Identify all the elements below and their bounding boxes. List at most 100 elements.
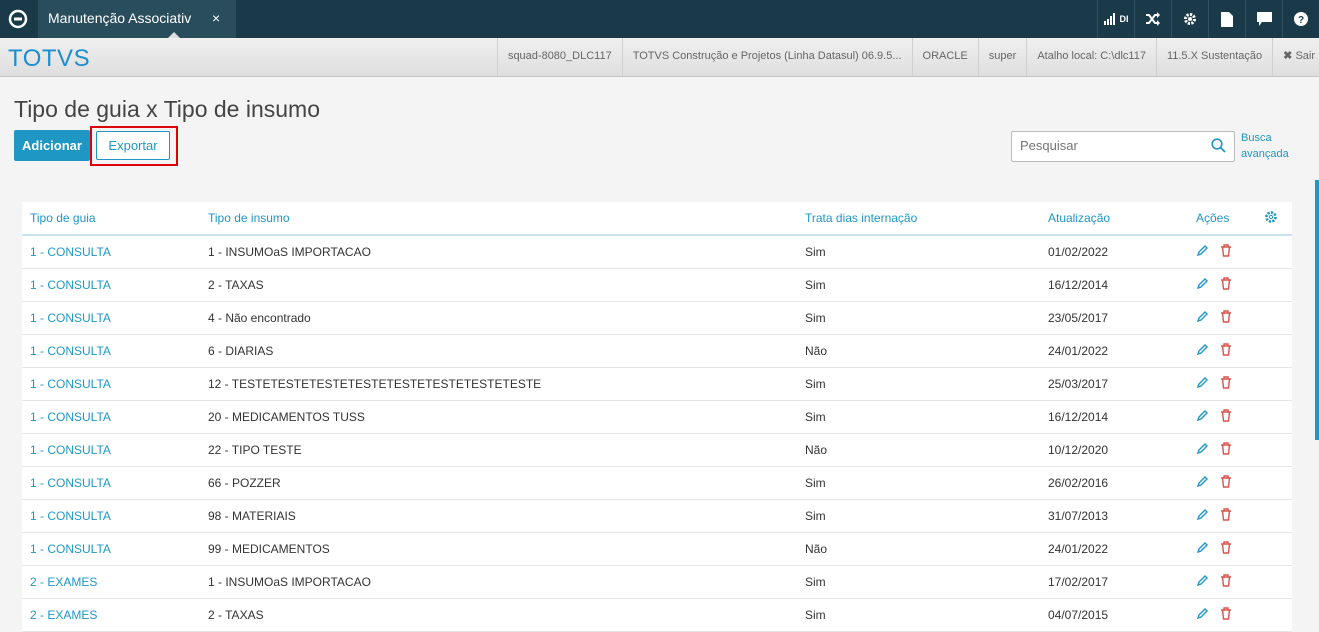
table-row[interactable]: 1 - CONSULTA 98 - MATERIAIS Sim 31/07/2013 bbox=[22, 500, 1292, 533]
edit-icon[interactable] bbox=[1196, 607, 1209, 625]
close-icon: ✖ bbox=[1283, 50, 1293, 62]
edit-icon[interactable] bbox=[1196, 541, 1209, 559]
table-row[interactable]: 1 - CONSULTA 2 - TAXAS Sim 16/12/2014 bbox=[22, 269, 1292, 302]
add-button[interactable]: Adicionar bbox=[14, 130, 90, 161]
cell-tipo-guia[interactable]: 1 - CONSULTA bbox=[30, 344, 111, 358]
delete-icon[interactable] bbox=[1220, 574, 1232, 592]
table-row[interactable]: 2 - EXAMES 1 - INSUMOaS IMPORTACAO Sim 17/0… bbox=[22, 566, 1292, 599]
cell-tipo-guia[interactable]: 1 - CONSULTA bbox=[30, 278, 111, 292]
edit-icon[interactable] bbox=[1196, 574, 1209, 592]
cell-tipo-guia[interactable]: 1 - CONSULTA bbox=[30, 311, 111, 325]
cell-tipo-insumo: 6 - DIARIAS bbox=[208, 344, 274, 358]
header-atualizacao[interactable]: Atualização bbox=[1048, 211, 1110, 225]
delete-icon[interactable] bbox=[1220, 310, 1232, 328]
search-box bbox=[1011, 131, 1235, 162]
info-user: super bbox=[977, 38, 1027, 76]
cell-tipo-guia[interactable]: 1 - CONSULTA bbox=[30, 443, 111, 457]
info-version: 11.5.X Sustentação bbox=[1155, 38, 1272, 76]
table-row[interactable]: 1 - CONSULTA 12 - TESTETESTETESTETESTETES… bbox=[22, 368, 1292, 401]
info-server: squad-8080_DLC117 bbox=[496, 38, 622, 76]
edit-icon[interactable] bbox=[1196, 310, 1209, 328]
document-icon[interactable] bbox=[1208, 0, 1245, 38]
delete-icon[interactable] bbox=[1220, 508, 1232, 526]
totvs-logo-icon[interactable] bbox=[0, 0, 36, 38]
table-row[interactable]: 1 - CONSULTA 66 - POZZER Sim 26/02/2016 bbox=[22, 467, 1292, 500]
table-row[interactable]: 1 - CONSULTA 6 - DIARIAS Não 24/01/2022 bbox=[22, 335, 1292, 368]
delete-icon[interactable] bbox=[1220, 607, 1232, 625]
gear-icon[interactable] bbox=[1171, 0, 1208, 38]
top-bar: Manutenção Associativ × DI ? bbox=[0, 0, 1319, 38]
cell-tipo-guia[interactable]: 1 - CONSULTA bbox=[30, 245, 111, 259]
table-row[interactable]: 1 - CONSULTA 20 - MEDICAMENTOS TUSS Sim 16/… bbox=[22, 401, 1292, 434]
delete-icon[interactable] bbox=[1220, 475, 1232, 493]
header-trata-dias[interactable]: Trata dias internação bbox=[805, 211, 917, 225]
cell-atualizacao: 01/02/2022 bbox=[1048, 245, 1109, 259]
svg-text:?: ? bbox=[1298, 15, 1304, 26]
page-title: Tipo de guia x Tipo de insumo bbox=[14, 96, 320, 122]
delete-icon[interactable] bbox=[1220, 409, 1232, 427]
table-row[interactable]: 1 - CONSULTA 1 - INSUMOaS IMPORTACAO Sim 01… bbox=[22, 236, 1292, 269]
tab-manutencao[interactable]: Manutenção Associativ × bbox=[38, 0, 236, 38]
header-tipo-guia[interactable]: Tipo de guia bbox=[30, 211, 96, 225]
edit-icon[interactable] bbox=[1196, 277, 1209, 295]
search-input[interactable] bbox=[1012, 132, 1218, 159]
cell-trata-dias: Não bbox=[805, 542, 828, 556]
shuffle-icon[interactable] bbox=[1134, 0, 1171, 38]
table-row[interactable]: 2 - EXAMES 2 - TAXAS Sim 04/07/2015 bbox=[22, 599, 1292, 632]
help-icon[interactable]: ? bbox=[1282, 0, 1319, 38]
session-info: squad-8080_DLC117 TOTVS Construção e Pro… bbox=[496, 38, 1319, 76]
cell-atualizacao: 26/02/2016 bbox=[1048, 476, 1109, 490]
table-row[interactable]: 1 - CONSULTA 4 - Não encontrado Sim 23/05/2… bbox=[22, 302, 1292, 335]
cell-tipo-guia[interactable]: 2 - EXAMES bbox=[30, 575, 97, 589]
cell-tipo-insumo: 2 - TAXAS bbox=[208, 278, 264, 292]
cell-tipo-guia[interactable]: 1 - CONSULTA bbox=[30, 542, 111, 556]
edit-icon[interactable] bbox=[1196, 244, 1209, 262]
cell-trata-dias: Sim bbox=[805, 509, 826, 523]
delete-icon[interactable] bbox=[1220, 376, 1232, 394]
cell-tipo-guia[interactable]: 2 - EXAMES bbox=[30, 608, 97, 622]
edit-icon[interactable] bbox=[1196, 343, 1209, 361]
info-database: ORACLE bbox=[911, 38, 978, 76]
cell-atualizacao: 17/02/2017 bbox=[1048, 575, 1109, 589]
cell-trata-dias: Sim bbox=[805, 608, 826, 622]
cell-trata-dias: Não bbox=[805, 344, 828, 358]
cell-tipo-insumo: 66 - POZZER bbox=[208, 476, 281, 490]
cell-atualizacao: 16/12/2014 bbox=[1048, 278, 1109, 292]
cell-trata-dias: Sim bbox=[805, 476, 826, 490]
table-row[interactable]: 1 - CONSULTA 99 - MEDICAMENTOS Não 24/01/20… bbox=[22, 533, 1292, 566]
column-settings-icon[interactable] bbox=[1264, 210, 1278, 229]
tab-label: Manutenção Associativ bbox=[48, 10, 192, 26]
cell-tipo-guia[interactable]: 1 - CONSULTA bbox=[30, 410, 111, 424]
chat-icon[interactable] bbox=[1245, 0, 1282, 38]
edit-icon[interactable] bbox=[1196, 508, 1209, 526]
edit-icon[interactable] bbox=[1196, 475, 1209, 493]
edit-icon[interactable] bbox=[1196, 376, 1209, 394]
table-row[interactable]: 1 - CONSULTA 22 - TIPO TESTE Não 10/12/2020 bbox=[22, 434, 1292, 467]
cell-trata-dias: Sim bbox=[805, 377, 826, 391]
header-acoes: Ações bbox=[1196, 211, 1230, 225]
cell-tipo-guia[interactable]: 1 - CONSULTA bbox=[30, 377, 111, 391]
header-tipo-insumo[interactable]: Tipo de insumo bbox=[208, 211, 290, 225]
delete-icon[interactable] bbox=[1220, 442, 1232, 460]
delete-icon[interactable] bbox=[1220, 277, 1232, 295]
delete-icon[interactable] bbox=[1220, 541, 1232, 559]
delete-icon[interactable] bbox=[1220, 244, 1232, 262]
export-button[interactable]: Exportar bbox=[96, 131, 170, 160]
cell-atualizacao: 24/01/2022 bbox=[1048, 542, 1109, 556]
edit-icon[interactable] bbox=[1196, 409, 1209, 427]
edit-icon[interactable] bbox=[1196, 442, 1209, 460]
cell-tipo-guia[interactable]: 1 - CONSULTA bbox=[30, 509, 111, 523]
table-body: 1 - CONSULTA 1 - INSUMOaS IMPORTACAO Sim 01… bbox=[22, 236, 1292, 632]
cell-atualizacao: 31/07/2013 bbox=[1048, 509, 1109, 523]
brand-logo: TOTVS bbox=[8, 45, 91, 72]
scrollbar[interactable] bbox=[1315, 180, 1319, 440]
search-icon[interactable] bbox=[1211, 138, 1226, 158]
advanced-search-link[interactable]: Busca avançada bbox=[1241, 130, 1301, 162]
top-icons: DI ? bbox=[1097, 0, 1319, 38]
cell-tipo-guia[interactable]: 1 - CONSULTA bbox=[30, 476, 111, 490]
signal-icon[interactable]: DI bbox=[1097, 0, 1134, 38]
delete-icon[interactable] bbox=[1220, 343, 1232, 361]
exit-button[interactable]: ✖ Sair bbox=[1272, 38, 1319, 76]
tab-close-icon[interactable]: × bbox=[212, 10, 220, 26]
data-table: Tipo de guia Tipo de insumo Trata dias i… bbox=[22, 202, 1292, 632]
